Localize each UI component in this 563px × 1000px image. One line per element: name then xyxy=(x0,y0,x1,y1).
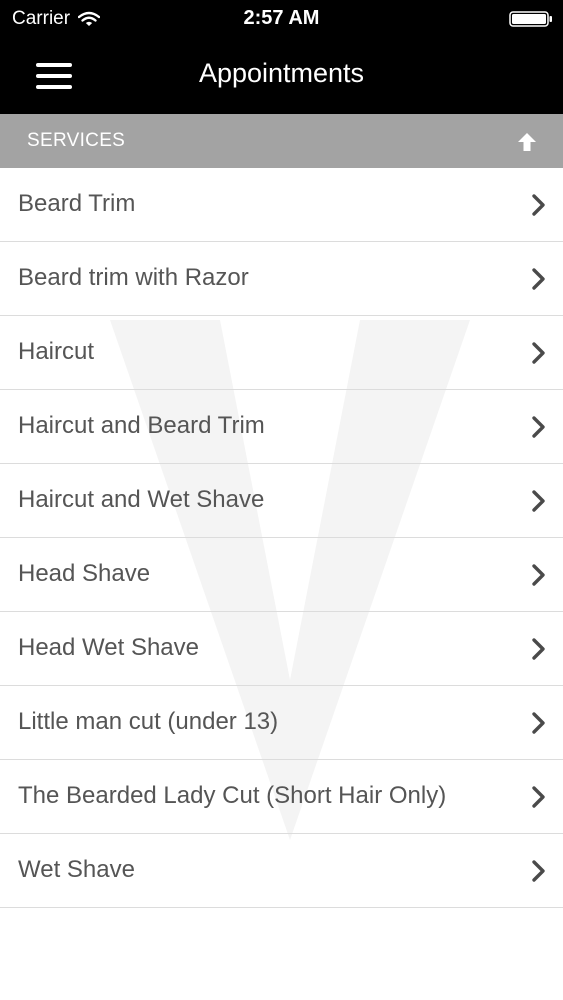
chevron-right-icon xyxy=(532,860,545,882)
service-label: Beard trim with Razor xyxy=(18,264,249,291)
service-label: Beard Trim xyxy=(18,190,136,217)
chevron-right-icon xyxy=(532,490,545,512)
service-row[interactable]: Head Wet Shave xyxy=(0,612,563,686)
chevron-right-icon xyxy=(532,638,545,660)
service-label: Haircut xyxy=(18,338,95,365)
service-label: Wet Shave xyxy=(18,856,135,883)
chevron-right-icon xyxy=(532,342,545,364)
service-row[interactable]: Haircut and Beard Trim xyxy=(0,390,563,464)
service-label: Head Wet Shave xyxy=(18,634,199,661)
arrow-up-icon xyxy=(518,133,536,151)
service-row[interactable]: Haircut and Wet Shave xyxy=(0,464,563,538)
service-label: Head Shave xyxy=(18,560,151,587)
services-list: Beard Trim Beard trim with Razor Haircut… xyxy=(0,168,563,908)
service-label: Haircut and Wet Shave xyxy=(18,486,265,513)
service-row[interactable]: Beard Trim xyxy=(0,168,563,242)
service-label: Little man cut (under 13) xyxy=(18,708,279,735)
section-title: SERVICES xyxy=(27,130,126,151)
service-row[interactable]: Little man cut (under 13) xyxy=(0,686,563,760)
clock: 2:57 AM xyxy=(243,7,320,29)
page-title: Appointments xyxy=(198,58,365,88)
service-row[interactable]: Head Shave xyxy=(0,538,563,612)
chevron-right-icon xyxy=(532,194,545,216)
chevron-right-icon xyxy=(532,564,545,586)
service-row[interactable]: Beard trim with Razor xyxy=(0,242,563,316)
navigation-bar: Appointments xyxy=(0,38,563,114)
chevron-right-icon xyxy=(532,712,545,734)
service-row[interactable]: The Bearded Lady Cut (Short Hair Only) xyxy=(0,760,563,834)
service-row[interactable]: Haircut xyxy=(0,316,563,390)
chevron-right-icon xyxy=(532,786,545,808)
service-label: Haircut and Beard Trim xyxy=(18,412,265,439)
collapse-section-button[interactable] xyxy=(513,128,541,156)
battery-icon xyxy=(509,11,552,27)
service-row[interactable]: Wet Shave xyxy=(0,834,563,908)
services-section-header[interactable]: SERVICES xyxy=(0,114,563,168)
chevron-right-icon xyxy=(532,268,545,290)
status-bar: Carrier 2:57 AM xyxy=(0,0,563,38)
service-label: The Bearded Lady Cut (Short Hair Only) xyxy=(18,782,447,809)
chevron-right-icon xyxy=(532,416,545,438)
